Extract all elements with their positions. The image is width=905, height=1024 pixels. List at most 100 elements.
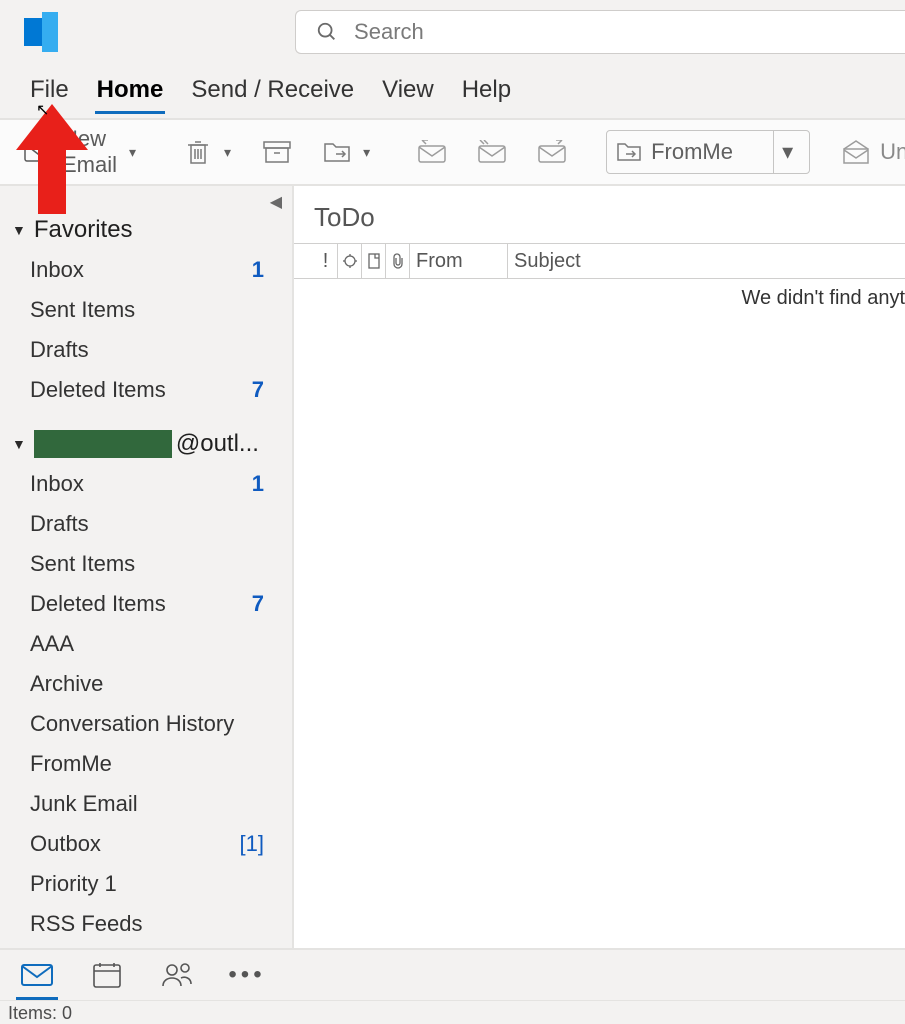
folder-arrow-icon bbox=[615, 138, 643, 166]
chevron-down-icon: ▾ bbox=[363, 144, 370, 161]
folder-sent-items[interactable]: Sent Items bbox=[30, 290, 292, 330]
folder-label: Sent Items bbox=[30, 297, 135, 323]
new-email-button[interactable]: New Email ▾ bbox=[16, 120, 144, 184]
folder-label: Priority 1 bbox=[30, 871, 117, 897]
unread-count: 1 bbox=[246, 471, 264, 497]
folder-inbox[interactable]: Inbox 1 bbox=[30, 464, 292, 504]
chevron-down-icon: ▾ bbox=[224, 144, 231, 161]
forward-icon bbox=[538, 138, 566, 166]
delete-button[interactable]: ▾ bbox=[176, 132, 239, 172]
folder-rss-feeds[interactable]: RSS Feeds bbox=[30, 904, 292, 944]
unread-read-button[interactable]: Unread/ bbox=[842, 138, 905, 166]
folder-label: Drafts bbox=[30, 511, 89, 537]
folder-inbox[interactable]: Inbox 1 bbox=[30, 250, 292, 290]
folder-label: Deleted Items bbox=[30, 591, 166, 617]
folder-label: AAA bbox=[30, 631, 74, 657]
folder-drafts[interactable]: Drafts bbox=[30, 330, 292, 370]
chevron-down-icon[interactable]: ▾ bbox=[773, 131, 801, 173]
menu-home[interactable]: Home bbox=[95, 72, 166, 110]
favorites-section-header[interactable]: ▼ Favorites bbox=[0, 210, 292, 244]
search-input[interactable] bbox=[354, 19, 887, 45]
attachment-column-icon[interactable] bbox=[386, 244, 410, 278]
trash-icon bbox=[184, 138, 212, 166]
archive-button[interactable] bbox=[255, 132, 299, 172]
folder-deleted-items[interactable]: Deleted Items 7 bbox=[30, 370, 292, 410]
quick-steps-combo[interactable]: FromMe ▾ bbox=[606, 130, 810, 174]
menu-view[interactable]: View bbox=[380, 72, 436, 110]
folder-label: Drafts bbox=[30, 337, 89, 363]
ribbon-toolbar: New Email ▾ ▾ ▾ bbox=[0, 118, 905, 186]
favorites-list: Inbox 1 Sent Items Drafts Deleted Items … bbox=[0, 244, 292, 410]
unread-count: 7 bbox=[246, 377, 264, 403]
folder-label: RSS Feeds bbox=[30, 911, 143, 937]
navigation-bar: ••• bbox=[0, 948, 905, 1000]
new-email-icon bbox=[24, 138, 52, 166]
folder-conversation-history[interactable]: Conversation History bbox=[30, 704, 292, 744]
unread-read-label: Unread/ bbox=[880, 139, 905, 165]
quick-steps-value: FromMe bbox=[651, 139, 761, 165]
current-folder-title: ToDo bbox=[294, 186, 905, 243]
folder-label: Deleted Items bbox=[30, 377, 166, 403]
folder-label: FromMe bbox=[30, 751, 112, 777]
folder-label: Junk Email bbox=[30, 791, 138, 817]
folder-drafts[interactable]: Drafts bbox=[30, 504, 292, 544]
account-section-header[interactable]: ▼ @outl... bbox=[0, 424, 292, 458]
unread-count: 7 bbox=[246, 591, 264, 617]
column-headers: ! From Subject bbox=[294, 243, 905, 279]
menu-file[interactable]: File bbox=[28, 72, 71, 110]
folder-pane: ◀ ▼ Favorites Inbox 1 Sent Items Drafts … bbox=[0, 186, 294, 958]
reply-all-icon bbox=[478, 138, 506, 166]
folder-deleted-items[interactable]: Deleted Items 7 bbox=[30, 584, 292, 624]
importance-column-icon[interactable]: ! bbox=[314, 244, 338, 278]
mail-nav-icon[interactable] bbox=[20, 960, 54, 990]
status-bar: Items: 0 bbox=[0, 1000, 905, 1024]
forward-button[interactable] bbox=[530, 132, 574, 172]
folder-outbox[interactable]: Outbox [1] bbox=[30, 824, 292, 864]
folder-aaa[interactable]: AAA bbox=[30, 624, 292, 664]
account-suffix: @outl... bbox=[176, 430, 259, 458]
envelope-open-icon bbox=[842, 138, 870, 166]
archive-icon bbox=[263, 138, 291, 166]
folder-label: Inbox bbox=[30, 471, 84, 497]
chevron-down-icon: ▼ bbox=[12, 222, 26, 238]
move-button[interactable]: ▾ bbox=[315, 132, 378, 172]
favorites-label: Favorites bbox=[34, 216, 133, 244]
folder-label: Sent Items bbox=[30, 551, 135, 577]
reply-button[interactable] bbox=[410, 132, 454, 172]
reply-all-button[interactable] bbox=[470, 132, 514, 172]
folder-label: Inbox bbox=[30, 257, 84, 283]
folder-junk-email[interactable]: Junk Email bbox=[30, 784, 292, 824]
calendar-nav-icon[interactable] bbox=[90, 960, 124, 990]
folder-label: Conversation History bbox=[30, 711, 234, 737]
menu-help[interactable]: Help bbox=[460, 72, 513, 110]
reply-icon bbox=[418, 138, 446, 166]
people-nav-icon[interactable] bbox=[160, 960, 194, 990]
folder-sent-items[interactable]: Sent Items bbox=[30, 544, 292, 584]
search-box[interactable] bbox=[295, 10, 905, 54]
ribbon-tabs: File Home Send / Receive View Help bbox=[0, 64, 905, 118]
unread-count: 1 bbox=[246, 257, 264, 283]
search-icon bbox=[314, 18, 340, 46]
folder-archive[interactable]: Archive bbox=[30, 664, 292, 704]
reminder-column-icon[interactable] bbox=[338, 244, 362, 278]
message-list-pane: ToDo ! From Subject W bbox=[294, 186, 905, 958]
folder-fromme[interactable]: FromMe bbox=[30, 744, 292, 784]
chevron-down-icon: ▾ bbox=[129, 144, 136, 161]
new-email-label: New Email bbox=[62, 126, 117, 178]
collapse-pane-icon[interactable]: ◀ bbox=[270, 192, 282, 212]
status-item-count: Items: 0 bbox=[8, 1003, 72, 1023]
outlook-logo-icon bbox=[24, 18, 52, 46]
icon-column-icon[interactable] bbox=[362, 244, 386, 278]
chevron-down-icon: ▼ bbox=[12, 436, 26, 452]
item-count: [1] bbox=[240, 831, 264, 857]
redacted-account-name bbox=[34, 430, 172, 458]
folder-priority-1[interactable]: Priority 1 bbox=[30, 864, 292, 904]
account-folder-list: Inbox1 Drafts Sent Items Deleted Items7 … bbox=[0, 458, 292, 958]
more-nav-icon[interactable]: ••• bbox=[230, 960, 264, 990]
from-column-header[interactable]: From bbox=[410, 244, 508, 278]
folder-label: Archive bbox=[30, 671, 103, 697]
menu-send-receive[interactable]: Send / Receive bbox=[189, 72, 356, 110]
move-to-folder-icon bbox=[323, 138, 351, 166]
folder-label: Outbox bbox=[30, 831, 101, 857]
subject-column-header[interactable]: Subject bbox=[508, 244, 905, 278]
